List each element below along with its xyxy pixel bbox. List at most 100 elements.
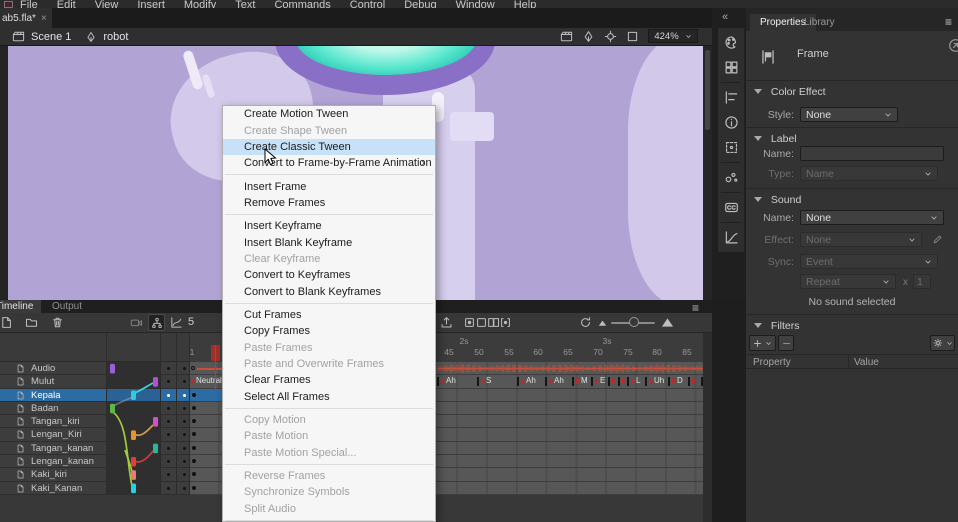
menu-item-copy-frames[interactable]: Copy Frames [223,323,435,339]
layer-lock-dot[interactable] [183,367,186,370]
layer-row-tangan_kiri[interactable]: Tangan_kiri [0,415,190,428]
menu-item-insert-blank-keyframe[interactable]: Insert Blank Keyframe [223,234,435,250]
delete-layer-button[interactable] [51,316,64,329]
menu-item-remove-frames[interactable]: Remove Frames [223,195,435,211]
layer-row-badan[interactable]: Badan [0,402,190,415]
layer-visibility-dot[interactable] [167,433,170,436]
edit-scene-button[interactable] [560,30,573,43]
layer-visibility-dot[interactable] [167,420,170,423]
menu-item-convert-to-frame-by-frame-animation[interactable]: Convert to Frame-by-Frame Animation› [223,155,435,171]
menu-item-insert-keyframe[interactable]: Insert Keyframe [223,218,435,234]
label-name-input[interactable] [800,146,944,161]
menu-item-create-motion-tween[interactable]: Create Motion Tween [223,106,435,122]
menu-insert[interactable]: Insert [137,0,165,8]
edit-sound-icon[interactable] [932,234,943,245]
layer-lock-dot[interactable] [183,460,186,463]
transform-panel-icon[interactable] [718,135,744,160]
export-frames-button[interactable] [440,316,453,329]
edit-symbols-button[interactable] [582,30,595,43]
layer-lock-dot[interactable] [183,433,186,436]
align-panel-icon[interactable] [718,85,744,110]
layer-visibility-dot[interactable] [167,367,170,370]
layer-lock-dot[interactable] [183,407,186,410]
layer-visibility-dot[interactable] [167,407,170,410]
loop-playback-button[interactable] [579,316,592,329]
add-camera-button[interactable] [130,316,143,329]
new-layer-button[interactable] [0,316,13,329]
parenting-cell[interactable] [106,468,160,480]
color-panel-icon[interactable] [718,30,744,55]
add-filter-button[interactable] [749,335,776,351]
menu-edit[interactable]: Edit [57,0,76,8]
layer-lock-dot[interactable] [183,420,186,423]
properties-panel-menu-icon[interactable]: ≡ [945,15,952,29]
menu-help[interactable]: Help [514,0,537,8]
layer-row-kaki_kiri[interactable]: Kaki_kiri [0,468,190,481]
timeline-tab-timeline[interactable]: Timeline [0,300,41,313]
layer-visibility-dot[interactable] [167,394,170,397]
menu-item-insert-frame[interactable]: Insert Frame [223,178,435,194]
parenting-cell[interactable] [106,482,160,494]
remove-filter-button[interactable] [778,335,794,351]
color-effect-section-header[interactable]: Color Effect [754,86,826,98]
help-arrow-icon[interactable] [948,38,958,53]
layer-row-kaki_kanan[interactable]: Kaki_Kanan [0,482,190,495]
parenting-cell[interactable] [106,362,160,374]
timeline-panel-menu-icon[interactable]: ≡ [692,301,699,315]
layer-lock-dot[interactable] [183,447,186,450]
layer-visibility-dot[interactable] [167,487,170,490]
menu-debug[interactable]: Debug [404,0,436,8]
parenting-cell[interactable] [106,428,160,440]
layer-visibility-dot[interactable] [167,380,170,383]
parenting-cell[interactable] [106,402,160,414]
close-tab-icon[interactable]: × [41,13,47,24]
swatches-panel-icon[interactable] [718,55,744,80]
menu-view[interactable]: View [95,0,119,8]
timeline-tab-output[interactable]: Output [44,300,90,313]
document-tab[interactable]: ab5.fla* × [0,8,52,28]
new-folder-button[interactable] [25,316,38,329]
layer-row-lengan_kiri[interactable]: Lengan_Kiri [0,428,190,441]
layer-row-lengan_kanan[interactable]: Lengan_kanan [0,455,190,468]
zoom-out-timeline-button[interactable] [596,316,609,329]
menu-modify[interactable]: Modify [184,0,216,8]
remove-frames-button[interactable] [499,316,512,329]
timeline-vertical-scrollbar[interactable] [703,333,712,522]
layer-row-audio[interactable]: Audio [0,362,190,375]
layer-lock-dot[interactable] [183,380,186,383]
info-panel-icon[interactable] [718,110,744,135]
motion-presets-panel-icon[interactable] [718,225,744,250]
center-stage-button[interactable] [604,30,617,43]
menu-window[interactable]: Window [456,0,495,8]
parenting-cell[interactable] [106,375,160,387]
style-dropdown[interactable]: None [800,107,898,122]
layer-lock-dot[interactable] [183,394,186,397]
timeline-zoom-knob[interactable] [629,317,639,327]
graph-editor-button[interactable] [170,316,183,329]
brush-library-panel-icon[interactable] [718,165,744,190]
collapse-dock-icon[interactable]: « [722,11,728,23]
properties-tab-library[interactable]: Library [794,14,845,31]
layer-row-mulut[interactable]: Mulut [0,375,190,388]
menu-text[interactable]: Text [235,0,255,8]
menu-item-clear-frames[interactable]: Clear Frames [223,372,435,388]
menu-item-convert-to-blank-keyframes[interactable]: Convert to Blank Keyframes [223,283,435,299]
stage-vertical-scrollbar[interactable] [703,46,712,300]
label-section-header[interactable]: Label [754,133,797,145]
menu-item-create-classic-tween[interactable]: Create Classic Tween [223,139,435,155]
layer-lock-dot[interactable] [183,473,186,476]
breadcrumb-scene[interactable]: Scene 1 [31,31,71,43]
layer-visibility-dot[interactable] [167,447,170,450]
menu-file[interactable]: File [20,0,38,8]
layer-row-kepala[interactable]: Kepala [0,389,190,402]
filters-section-header[interactable]: Filters [754,320,800,332]
layer-lock-dot[interactable] [183,487,186,490]
menu-commands[interactable]: Commands [274,0,330,8]
show-parenting-button[interactable] [148,314,165,331]
zoom-in-timeline-button[interactable] [661,316,674,329]
parenting-cell[interactable] [106,442,160,454]
cc-libraries-panel-icon[interactable] [718,195,744,220]
menu-control[interactable]: Control [350,0,385,8]
filter-options-button[interactable] [930,335,955,351]
stage-zoom-dropdown[interactable]: 424% [648,29,698,43]
